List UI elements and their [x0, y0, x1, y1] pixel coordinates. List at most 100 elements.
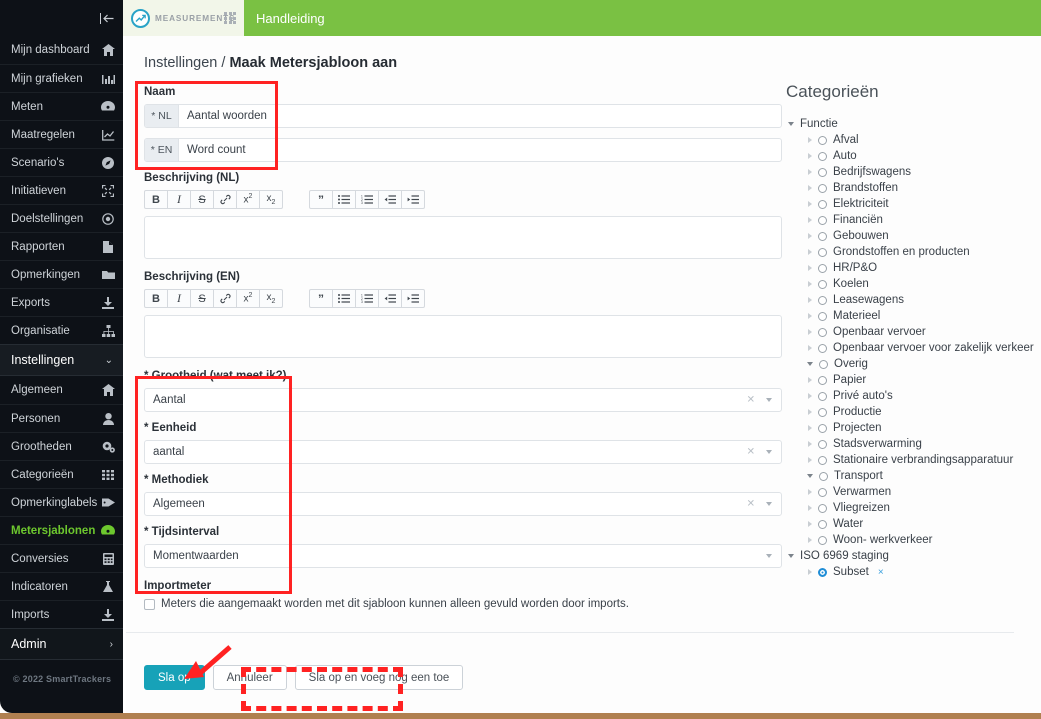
list-item[interactable]: Bedrijfswagens [786, 164, 1034, 180]
radio-icon[interactable] [818, 519, 827, 529]
eenheid-select[interactable]: aantal ✕ [144, 440, 782, 464]
clear-icon[interactable]: ✕ [747, 447, 755, 458]
blockquote-icon[interactable]: ” [309, 289, 333, 308]
list-item[interactable]: Privé auto's [786, 388, 1034, 404]
sidebar-item-categorieen[interactable]: Categorieën [0, 460, 123, 488]
sidebar-group-instellingen[interactable]: Instellingen ⌄ [0, 344, 123, 376]
sidebar-item-grootheden[interactable]: Grootheden [0, 432, 123, 460]
radio-icon[interactable] [819, 359, 828, 369]
radio-icon[interactable] [818, 247, 827, 257]
list-item[interactable]: Materieel [786, 308, 1034, 324]
bullet-list-icon[interactable] [332, 289, 356, 308]
sidebar-item-conversies[interactable]: Conversies [0, 544, 123, 572]
sidebar-item-maatregelen[interactable]: Maatregelen [0, 120, 123, 148]
italic-icon[interactable]: I [167, 190, 191, 209]
sidebar-item-imports[interactable]: Imports [0, 600, 123, 628]
radio-icon[interactable] [818, 327, 827, 337]
radio-icon[interactable] [818, 199, 827, 209]
list-item[interactable]: Auto [786, 148, 1034, 164]
italic-icon[interactable]: I [167, 289, 191, 308]
importmeter-checkbox[interactable] [144, 598, 155, 610]
sidebar-item-indicatoren[interactable]: Indicatoren [0, 572, 123, 600]
list-item[interactable]: Openbaar vervoer voor zakelijk verkeer [786, 340, 1034, 356]
remove-selection-icon[interactable]: × [878, 567, 884, 578]
bold-icon[interactable]: B [144, 190, 168, 209]
indent-icon[interactable] [401, 190, 425, 209]
superscript-icon[interactable]: x2 [236, 190, 260, 209]
sidebar-item-opmerkingen[interactable]: Opmerkingen [0, 260, 123, 288]
sidebar-item-rapporten[interactable]: Rapporten [0, 232, 123, 260]
radio-icon[interactable] [818, 343, 827, 353]
ordered-list-icon[interactable]: 123 [355, 190, 379, 209]
sidebar-group-admin[interactable]: Admin › [0, 628, 123, 660]
radio-icon[interactable] [818, 375, 827, 385]
methodiek-select[interactable]: Algemeen ✕ [144, 492, 782, 516]
category-group-functie[interactable]: Functie [786, 116, 1034, 132]
list-item[interactable]: HR/P&O [786, 260, 1034, 276]
grootheid-select[interactable]: Aantal ✕ [144, 388, 782, 412]
outdent-icon[interactable] [378, 190, 402, 209]
radio-icon[interactable] [818, 151, 827, 161]
radio-icon[interactable] [818, 295, 827, 305]
link-icon[interactable] [213, 289, 237, 308]
radio-icon[interactable] [818, 503, 827, 513]
list-item[interactable]: Financiën [786, 212, 1034, 228]
sidebar-item-organisatie[interactable]: Organisatie [0, 316, 123, 344]
radio-icon[interactable] [818, 183, 827, 193]
breadcrumb-parent[interactable]: Instellingen [144, 55, 217, 71]
list-item[interactable]: Brandstoffen [786, 180, 1034, 196]
list-item[interactable]: Overig [786, 356, 1034, 372]
strikethrough-icon[interactable]: S [190, 190, 214, 209]
grid-dots-icon[interactable] [224, 12, 236, 24]
radio-icon[interactable] [818, 535, 827, 545]
clear-icon[interactable]: ✕ [747, 395, 755, 406]
radio-icon[interactable] [818, 407, 827, 417]
list-item[interactable]: Subset × [786, 564, 1034, 580]
list-item[interactable]: Afval [786, 132, 1034, 148]
sidebar-item-metersjablonen[interactable]: Metersjablonen [0, 516, 123, 544]
list-item[interactable]: Stadsverwarming [786, 436, 1034, 452]
radio-icon[interactable] [818, 439, 827, 449]
outdent-icon[interactable] [378, 289, 402, 308]
list-item[interactable]: Productie [786, 404, 1034, 420]
sidebar-item-mijn-dashboard[interactable]: Mijn dashboard [0, 36, 123, 64]
collapse-left-icon[interactable] [100, 12, 115, 24]
radio-icon[interactable] [818, 135, 827, 145]
radio-icon[interactable] [818, 311, 827, 321]
subscript-icon[interactable]: x2 [259, 289, 283, 308]
importmeter-checkbox-row[interactable]: Meters die aangemaakt worden met dit sja… [144, 598, 782, 610]
indent-icon[interactable] [401, 289, 425, 308]
tijdsinterval-select[interactable]: Momentwaarden [144, 544, 782, 568]
description-en-textarea[interactable] [144, 315, 782, 358]
list-item[interactable]: Leasewagens [786, 292, 1034, 308]
cancel-button[interactable]: Annuleer [212, 665, 287, 690]
sidebar-item-mijn-grafieken[interactable]: Mijn grafieken [0, 64, 123, 92]
sidebar-item-opmerkinglabels[interactable]: Opmerkinglabels [0, 488, 123, 516]
list-item[interactable]: Water [786, 516, 1034, 532]
list-item[interactable]: Grondstoffen en producten [786, 244, 1034, 260]
radio-icon[interactable] [818, 263, 827, 273]
radio-icon[interactable] [818, 423, 827, 433]
blockquote-icon[interactable]: ” [309, 190, 333, 209]
list-item[interactable]: Transport [786, 468, 1034, 484]
clear-icon[interactable]: ✕ [747, 499, 755, 510]
list-item[interactable]: Verwarmen [786, 484, 1034, 500]
superscript-icon[interactable]: x2 [236, 289, 260, 308]
radio-icon[interactable] [818, 215, 827, 225]
save-button[interactable]: Sla op [144, 665, 205, 690]
bold-icon[interactable]: B [144, 289, 168, 308]
sidebar-item-personen[interactable]: Personen [0, 404, 123, 432]
radio-icon[interactable] [818, 167, 827, 177]
radio-icon[interactable] [818, 487, 827, 497]
list-item[interactable]: Projecten [786, 420, 1034, 436]
tab-handleiding[interactable]: Handleiding [256, 0, 325, 36]
list-item[interactable]: Woon- werkverkeer [786, 532, 1034, 548]
sidebar-item-scenarios[interactable]: Scenario's [0, 148, 123, 176]
list-item[interactable]: Openbaar vervoer [786, 324, 1034, 340]
sidebar-item-algemeen[interactable]: Algemeen [0, 376, 123, 404]
ordered-list-icon[interactable]: 123 [355, 289, 379, 308]
subscript-icon[interactable]: x2 [259, 190, 283, 209]
sidebar-item-meten[interactable]: Meten [0, 92, 123, 120]
sidebar-item-exports[interactable]: Exports [0, 288, 123, 316]
list-item[interactable]: Elektriciteit [786, 196, 1034, 212]
